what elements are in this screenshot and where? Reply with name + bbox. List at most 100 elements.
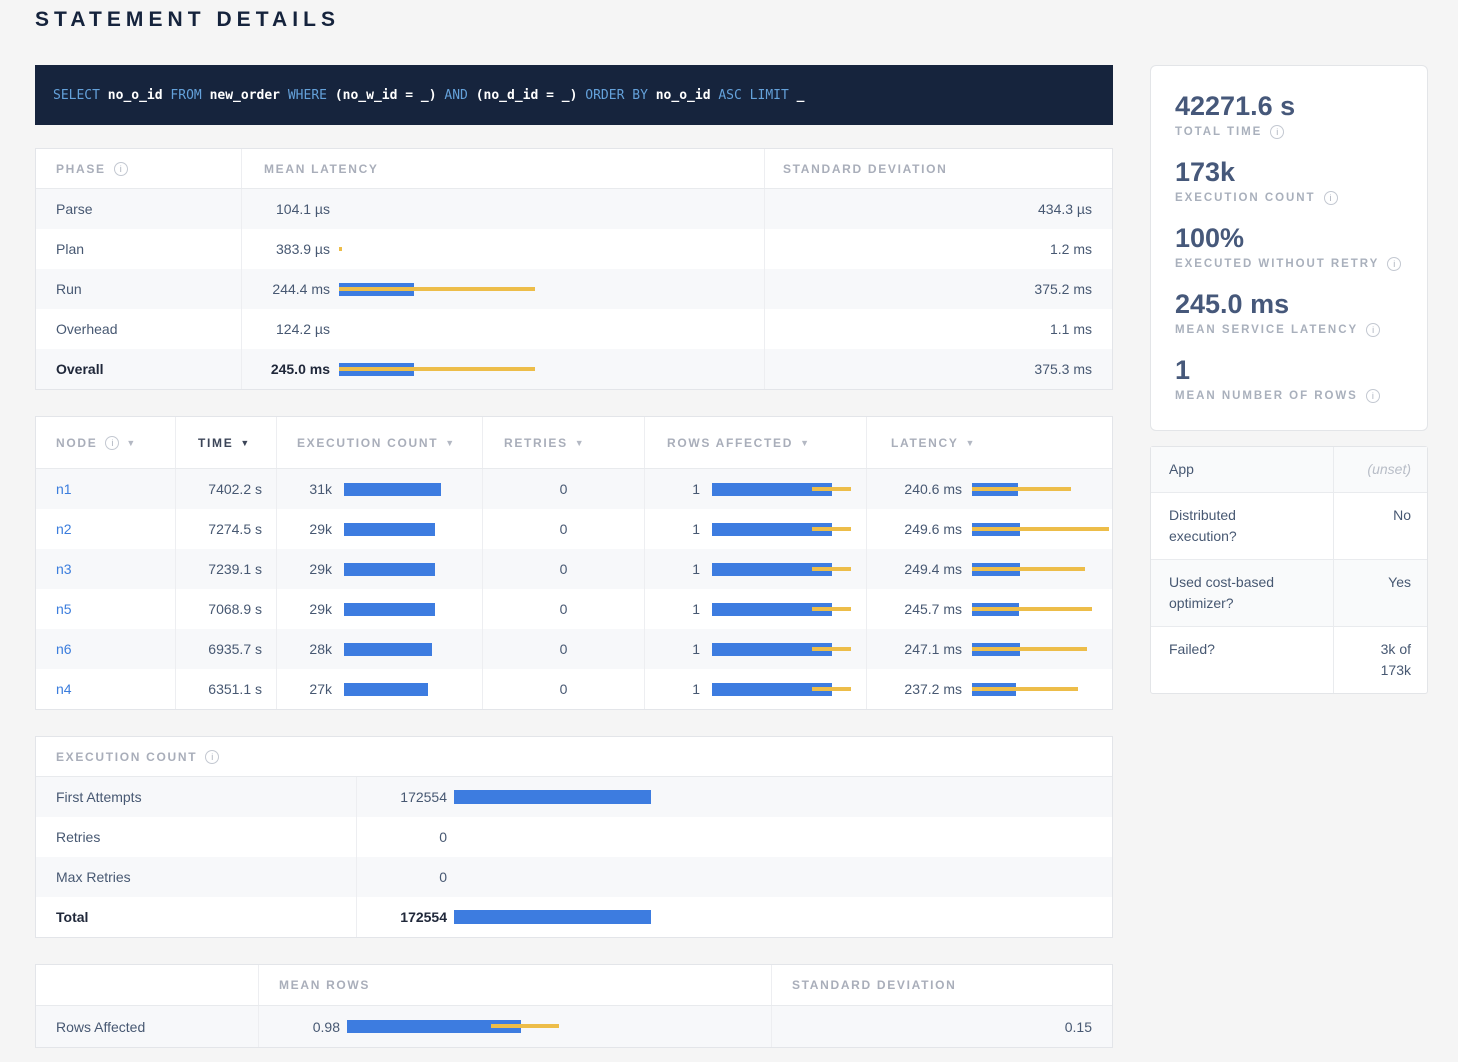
rows-affected-bar xyxy=(712,643,857,656)
table-row: n2 7274.5 s 29k 0 1 249.6 ms xyxy=(36,509,1112,549)
node-link[interactable]: n2 xyxy=(56,521,72,537)
stat-mean-service-latency: 245.0 ms MEAN SERVICE LATENCYi xyxy=(1175,288,1403,337)
phase-label: Overall xyxy=(36,349,241,389)
table-row: n5 7068.9 s 29k 0 1 245.7 ms xyxy=(36,589,1112,629)
latency-bar xyxy=(972,683,1112,696)
count-bar xyxy=(454,910,654,924)
retries-value: 0 xyxy=(482,549,644,589)
detail-value: 3k of 173k xyxy=(1353,639,1411,681)
phase-label: Parse xyxy=(36,189,241,229)
node-link[interactable]: n1 xyxy=(56,481,72,497)
rows-affected-value: 1 xyxy=(645,561,700,577)
info-icon[interactable]: i xyxy=(114,162,128,176)
rows-affected-bar xyxy=(712,563,857,576)
table-row: Retries 0 xyxy=(36,817,1112,857)
rows-affected-column-header[interactable]: ROWS AFFECTED▼ xyxy=(644,417,866,468)
rows-affected-value: 1 xyxy=(645,521,700,537)
info-icon[interactable]: i xyxy=(1366,323,1380,337)
rows-affected-value: 1 xyxy=(645,681,700,697)
node-link[interactable]: n6 xyxy=(56,641,72,657)
execution-count-bar xyxy=(344,523,444,536)
sort-arrow-icon: ▼ xyxy=(126,438,137,448)
node-link[interactable]: n3 xyxy=(56,561,72,577)
info-icon[interactable]: i xyxy=(1387,257,1401,271)
stat-value: 173k xyxy=(1175,156,1403,188)
rows-affected-bar xyxy=(712,603,857,616)
node-link[interactable]: n4 xyxy=(56,681,72,697)
rows-affected-value: 1 xyxy=(645,641,700,657)
detail-value: (unset) xyxy=(1367,459,1411,480)
row-label: Retries xyxy=(36,817,356,857)
std-dev-value: 0.15 xyxy=(771,1006,1112,1047)
sql-keyword: ORDER BY xyxy=(577,88,655,103)
mean-latency-value: 124.2 µs xyxy=(242,321,330,337)
stat-mean-number-of-rows: 1 MEAN NUMBER OF ROWSi xyxy=(1175,354,1403,403)
execution-count-bar xyxy=(344,483,444,496)
info-icon[interactable]: i xyxy=(105,436,119,450)
execution-count-column-header[interactable]: EXECUTION COUNT▼ xyxy=(276,417,482,468)
sql-statement: SELECT no_o_id FROM new_order WHERE (no_… xyxy=(53,88,804,103)
latency-value: 249.4 ms xyxy=(877,561,962,577)
phase-latency-table: PHASEi MEAN LATENCY STANDARD DEVIATION P… xyxy=(35,148,1113,390)
stat-label: EXECUTED WITHOUT RETRY xyxy=(1175,258,1379,270)
execution-count-bar xyxy=(344,643,444,656)
mean-rows-value: 0.98 xyxy=(259,1019,340,1035)
latency-bar xyxy=(339,323,535,336)
count-value: 0 xyxy=(357,869,447,885)
table-row: Rows Affected 0.98 0.15 xyxy=(36,1006,1112,1047)
count-bar xyxy=(454,830,654,844)
table-row: Overhead 124.2 µs 1.1 ms xyxy=(36,309,1112,349)
node-column-header[interactable]: NODEi▼ xyxy=(36,417,175,468)
latency-bar xyxy=(972,483,1112,496)
stat-value: 100% xyxy=(1175,222,1403,254)
time-column-header[interactable]: TIME▼ xyxy=(175,417,276,468)
latency-bar xyxy=(972,523,1112,536)
statement-details-panel: App (unset) Distributed execution? No Us… xyxy=(1150,446,1428,694)
mean-latency-value: 245.0 ms xyxy=(242,361,330,377)
latency-bar xyxy=(339,243,535,256)
retries-value: 0 xyxy=(482,509,644,549)
latency-column-header[interactable]: LATENCY▼ xyxy=(866,417,1112,468)
mean-latency-value: 104.1 µs xyxy=(242,201,330,217)
sql-identifier: new_order xyxy=(210,88,280,103)
execution-count-bar xyxy=(344,603,444,616)
execution-count-table: EXECUTION COUNTi First Attempts 172554 R… xyxy=(35,736,1113,938)
std-dev-value: 375.3 ms xyxy=(764,349,1112,389)
table-row-overall: Overall 245.0 ms 375.3 ms xyxy=(36,349,1112,389)
stat-label: MEAN SERVICE LATENCY xyxy=(1175,324,1358,336)
sort-arrow-icon: ▼ xyxy=(800,438,811,448)
info-icon[interactable]: i xyxy=(1366,389,1380,403)
sort-arrow-icon: ▼ xyxy=(240,438,251,448)
stat-label: MEAN NUMBER OF ROWS xyxy=(1175,390,1358,402)
latency-value: 240.6 ms xyxy=(877,481,962,497)
sql-keyword: ASC LIMIT xyxy=(711,88,797,103)
table-row: n3 7239.1 s 29k 0 1 249.4 ms xyxy=(36,549,1112,589)
node-link[interactable]: n5 xyxy=(56,601,72,617)
row-label: First Attempts xyxy=(36,777,356,817)
execution-count-value: 31k xyxy=(277,481,332,497)
execution-count-bar xyxy=(344,563,444,576)
sort-arrow-icon: ▼ xyxy=(966,438,977,448)
info-icon[interactable]: i xyxy=(1324,191,1338,205)
sql-keyword: AND xyxy=(437,88,476,103)
side-column: 42271.6 s TOTAL TIMEi 173k EXECUTION COU… xyxy=(1150,65,1428,694)
latency-bar xyxy=(972,563,1112,576)
sql-keyword: WHERE xyxy=(280,88,335,103)
rows-affected-value: 1 xyxy=(645,601,700,617)
stat-label: EXECUTION COUNT xyxy=(1175,192,1316,204)
info-icon[interactable]: i xyxy=(205,750,219,764)
info-icon[interactable]: i xyxy=(1270,125,1284,139)
std-dev-value: 434.3 µs xyxy=(764,189,1112,229)
mean-latency-value: 383.9 µs xyxy=(242,241,330,257)
execution-count-value: 28k xyxy=(277,641,332,657)
row-label: Max Retries xyxy=(36,857,356,897)
page-title: STATEMENT DETAILS xyxy=(35,8,1428,32)
empty-column-header xyxy=(36,965,258,1005)
latency-value: 247.1 ms xyxy=(877,641,962,657)
detail-label: Failed? xyxy=(1169,639,1215,660)
execution-count-value: 29k xyxy=(277,521,332,537)
retries-column-header[interactable]: RETRIES▼ xyxy=(482,417,644,468)
stat-value: 42271.6 s xyxy=(1175,90,1403,122)
latency-value: 245.7 ms xyxy=(877,601,962,617)
execution-count-bar xyxy=(344,683,444,696)
